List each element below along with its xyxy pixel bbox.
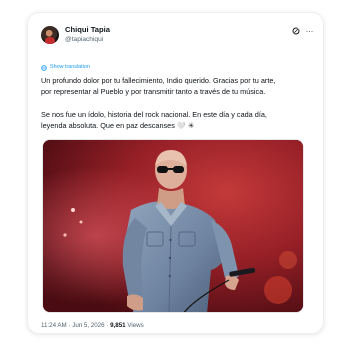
author-names[interactable]: Chiqui Tapia @tapiachiqui <box>65 25 110 44</box>
tweet-text-line: Un profundo dolor por tu fallecimiento, … <box>41 76 276 85</box>
tweet-photo[interactable] <box>42 139 304 313</box>
tweet-paragraph-2: Se nos fue un ídolo, historia del rock n… <box>41 109 319 132</box>
translate-label[interactable]: Show translation <box>50 64 90 71</box>
tweet-text-line: leyenda absoluta. Que en paz descanses 🤍… <box>41 121 195 131</box>
tweet-time[interactable]: 11:24 AM <box>41 322 67 329</box>
tweet-header: Chiqui Tapia @tapiachiqui ··· <box>41 25 313 51</box>
tweet-paragraph-1: Un profundo dolor por tu fallecimiento, … <box>41 75 319 98</box>
tweet-date[interactable]: Jun 5, 2026 <box>72 322 104 329</box>
tweet-text-line: por representar al Pueblo y por transmit… <box>41 87 266 97</box>
globe-icon <box>41 64 47 71</box>
show-translation-link[interactable]: Show translation <box>41 64 90 71</box>
handle[interactable]: @tapiachiqui <box>65 35 110 44</box>
views-label: Views <box>127 322 144 329</box>
meta-separator: · <box>68 322 71 329</box>
tweet-card: Chiqui Tapia @tapiachiqui ··· Show trans… <box>27 12 324 334</box>
meta-separator: · <box>106 322 109 329</box>
tweet-meta: 11:24 AM · Jun 5, 2026 · 9,851 Views <box>41 322 144 330</box>
tweet-text-line: Se nos fue un ídolo, historia del rock n… <box>41 110 267 119</box>
display-name[interactable]: Chiqui Tapia <box>65 25 110 35</box>
header-actions: ··· <box>292 27 314 36</box>
views-count[interactable]: 9,851 <box>110 322 125 329</box>
avatar[interactable] <box>41 26 59 44</box>
more-icon[interactable]: ··· <box>306 27 314 36</box>
concert-photo <box>43 140 303 312</box>
grok-icon[interactable] <box>292 27 300 35</box>
